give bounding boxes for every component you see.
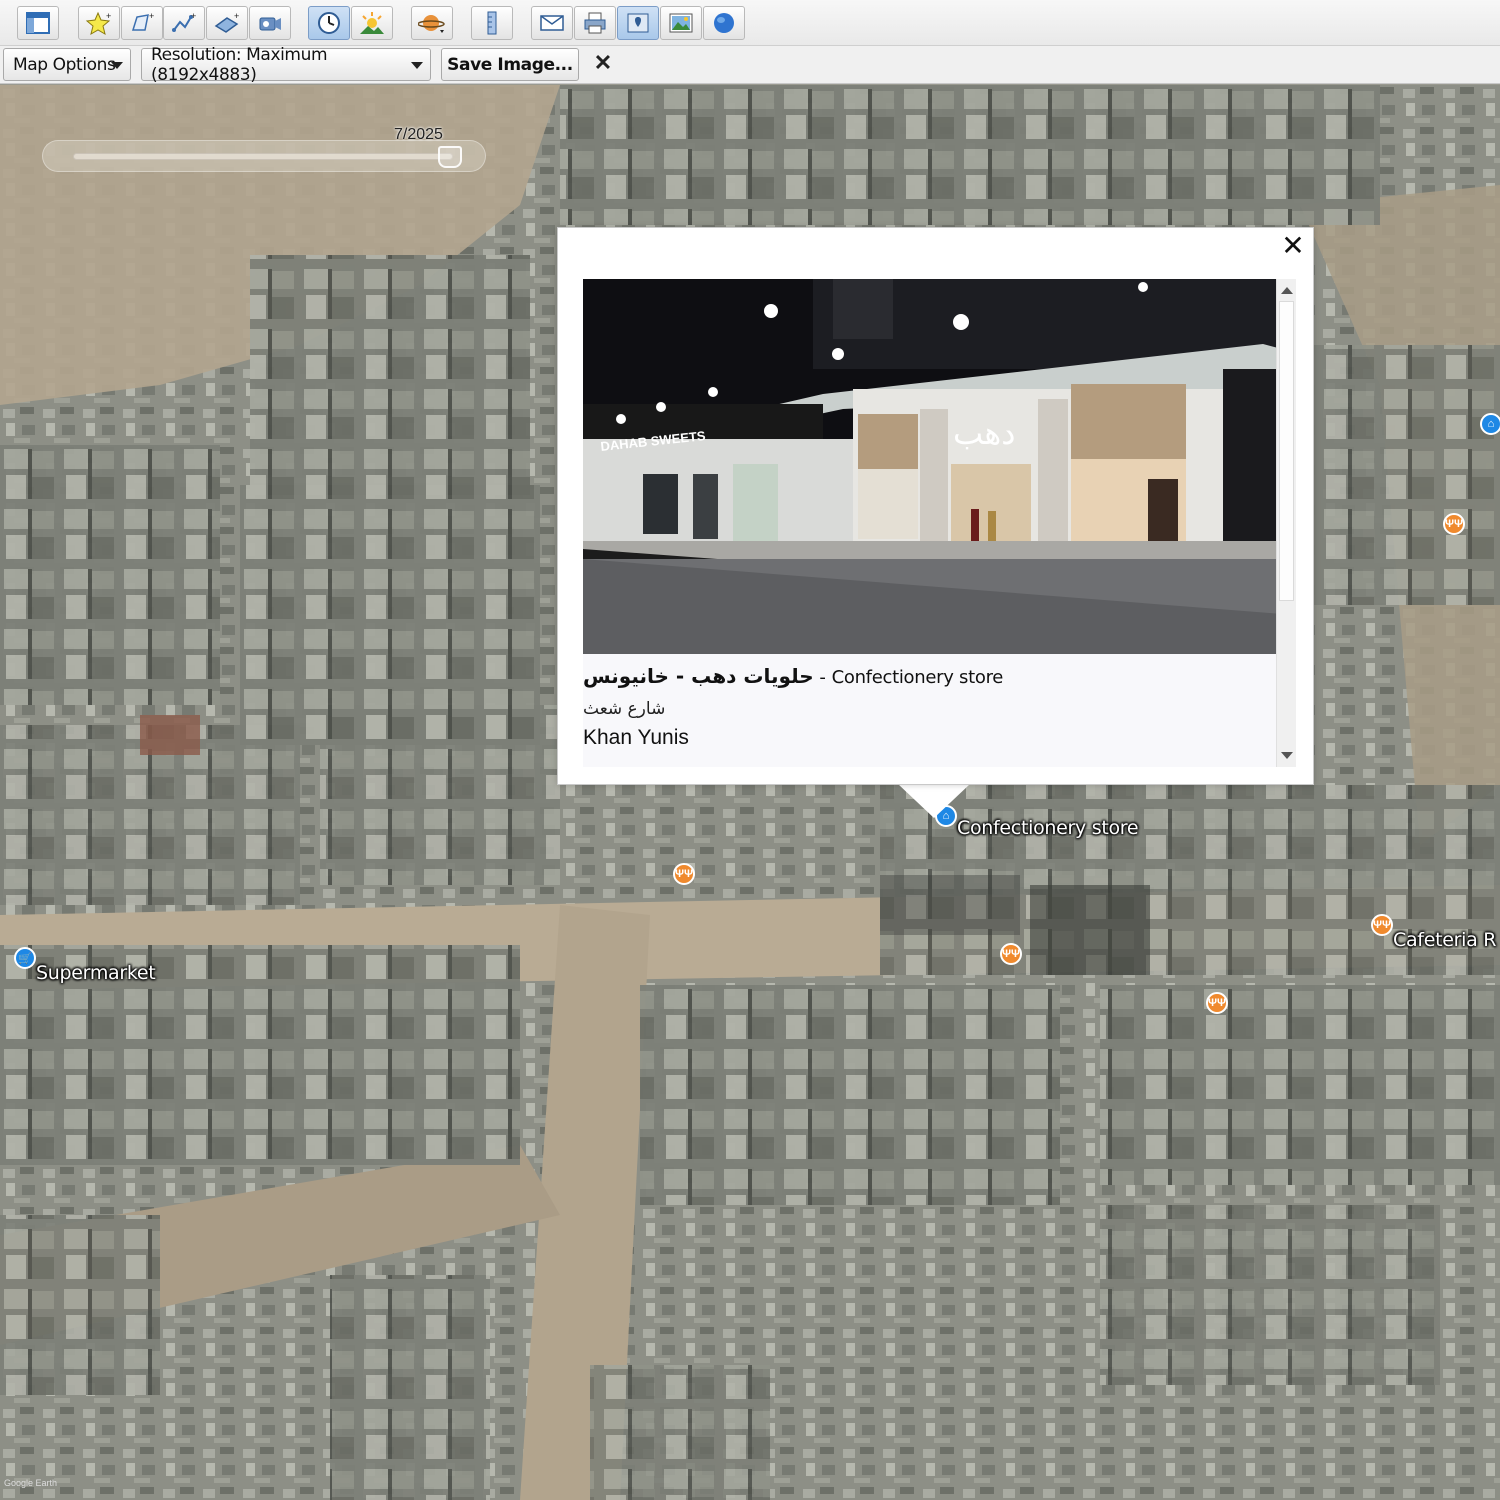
view-in-maps-icon	[627, 13, 649, 33]
svg-text:+: +	[149, 11, 154, 21]
restaurant-marker[interactable]: ΨΨ	[673, 863, 695, 885]
time-slider-date-label: 7/2025	[394, 126, 443, 143]
dahab-logo-sign: دهب	[953, 414, 1016, 452]
save-image-options-bar: Map Options Resolution: Maximum (8192x48…	[0, 45, 1500, 85]
scroll-up-icon[interactable]	[1281, 287, 1293, 294]
restaurant-marker[interactable]: ΨΨ	[1206, 992, 1228, 1014]
google-earth-window: + + + + Map Options Resolution: Maximum …	[0, 0, 1500, 1500]
print-icon	[584, 12, 606, 34]
main-toolbar: + + + +	[0, 0, 1500, 46]
ruler-button[interactable]	[471, 6, 513, 40]
add-polygon-icon: +	[131, 11, 154, 31]
place-photo[interactable]: DAHAB SWEETS دهب	[583, 279, 1282, 654]
add-placemark-button[interactable]: +	[78, 6, 120, 40]
historical-time-slider[interactable]	[42, 140, 486, 172]
planets-button[interactable]	[411, 6, 453, 40]
sidebar-toggle-icon	[26, 12, 50, 34]
balloon-pointer	[898, 784, 970, 818]
ruler-icon	[487, 11, 497, 35]
resolution-dropdown[interactable]: Resolution: Maximum (8192x4883)	[141, 45, 431, 85]
earth-globe-button[interactable]	[703, 6, 745, 40]
shopping-cart-icon: 🛒	[18, 952, 32, 965]
restaurant-marker[interactable]: ΨΨ	[1000, 943, 1022, 965]
scroll-down-icon[interactable]	[1281, 752, 1293, 759]
scrollbar-thumb[interactable]	[1279, 301, 1294, 601]
record-tour-button[interactable]	[249, 6, 291, 40]
fork-knife-icon: ΨΨ	[1002, 948, 1020, 960]
planets-icon	[418, 15, 445, 33]
supermarket-label[interactable]: Supermarket	[36, 962, 156, 984]
add-image-overlay-button[interactable]: +	[206, 6, 248, 40]
save-image-icon	[669, 13, 693, 33]
place-info-balloon: ✕ DAHAB SWEETS دهب حلويات دهب - خانيونس …	[557, 227, 1314, 785]
balloon-scrollbar[interactable]	[1276, 279, 1296, 767]
balloon-content: DAHAB SWEETS دهب حلويات دهب - خانيونس - …	[583, 279, 1296, 767]
storefront-photo: DAHAB SWEETS دهب	[583, 279, 1282, 654]
place-name: حلويات دهب - خانيونس	[583, 664, 814, 688]
shopping-bag-icon: ⌂	[1487, 418, 1495, 430]
svg-text:+: +	[234, 11, 239, 21]
cafeteria-label[interactable]: Cafeteria R	[1393, 929, 1496, 951]
time-slider-thumb[interactable]	[438, 146, 462, 168]
historical-imagery-clock-icon	[318, 12, 340, 34]
shop-marker[interactable]: ⌂	[1480, 413, 1500, 435]
place-title: حلويات دهب - خانيونس - Confectionery sto…	[583, 664, 1273, 688]
place-city: Khan Yunis	[583, 726, 689, 749]
restaurant-marker[interactable]: ΨΨ	[1443, 513, 1465, 535]
confectionery-store-label[interactable]: Confectionery store	[957, 817, 1139, 839]
fork-knife-icon: ΨΨ	[675, 868, 693, 880]
view-in-maps-button[interactable]	[617, 6, 659, 40]
email-button[interactable]	[531, 6, 573, 40]
map-options-label: Map Options	[13, 54, 116, 75]
map-options-dropdown[interactable]: Map Options	[3, 48, 131, 81]
fork-knife-icon: ΨΨ	[1208, 997, 1226, 1009]
add-polygon-button[interactable]: +	[121, 6, 163, 40]
time-slider-track[interactable]	[73, 153, 453, 160]
add-path-icon: +	[172, 11, 196, 32]
add-path-button[interactable]: +	[163, 6, 205, 40]
add-image-overlay-icon: +	[214, 11, 239, 33]
close-options-button[interactable]: ✕	[591, 50, 615, 76]
historical-imagery-button[interactable]	[308, 6, 350, 40]
sidebar-toggle-button[interactable]	[17, 6, 59, 40]
google-earth-attribution: Google Earth	[4, 1478, 58, 1488]
resolution-label: Resolution: Maximum (8192x4883)	[151, 44, 328, 85]
svg-text:+: +	[191, 11, 196, 21]
fork-knife-icon: ΨΨ	[1445, 518, 1463, 530]
save-image-button[interactable]: Save Image...	[441, 48, 579, 81]
save-image-button[interactable]	[660, 6, 702, 40]
supermarket-marker[interactable]: 🛒	[14, 947, 36, 969]
close-balloon-button[interactable]: ✕	[1279, 232, 1307, 260]
place-category: - Confectionery store	[813, 667, 1004, 688]
chevron-down-icon	[111, 62, 123, 69]
print-button[interactable]	[574, 6, 616, 40]
chevron-down-icon	[411, 62, 423, 69]
fork-knife-icon: ΨΨ	[1373, 919, 1391, 931]
cafeteria-marker[interactable]: ΨΨ	[1371, 914, 1393, 936]
sunlight-button[interactable]	[351, 6, 393, 40]
add-placemark-icon: +	[85, 11, 111, 36]
record-tour-icon	[259, 17, 281, 31]
place-street: شارع شعث	[583, 699, 666, 719]
email-icon	[540, 15, 564, 31]
sunlight-icon	[360, 12, 384, 34]
earth-globe-icon	[714, 13, 734, 33]
svg-text:+: +	[106, 11, 111, 21]
